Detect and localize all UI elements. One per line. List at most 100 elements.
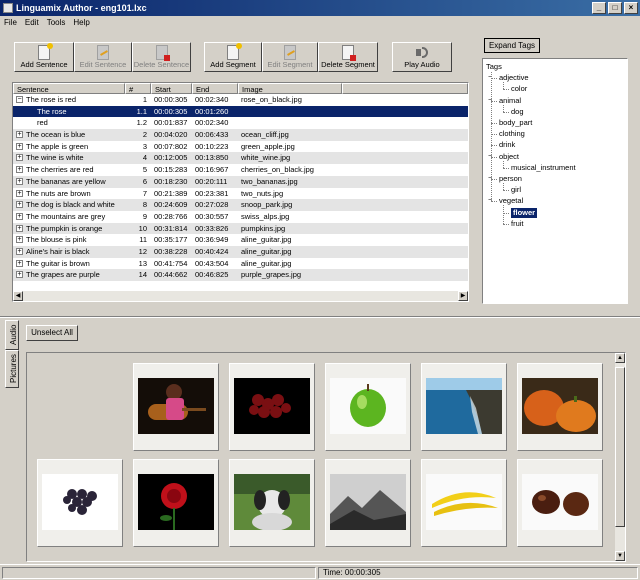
sentence-table[interactable]: Sentence # Start End Image − The rose is … xyxy=(12,82,469,302)
thumbnail[interactable] xyxy=(37,459,123,547)
thumbnail[interactable] xyxy=(133,459,219,547)
tree-node-musical-instrument[interactable]: musical_instrument xyxy=(511,163,576,173)
expand-icon[interactable]: + xyxy=(16,247,23,255)
table-row[interactable]: red 1.2 00:01:837 00:02:340 xyxy=(13,117,468,129)
thumbnail[interactable] xyxy=(229,459,315,547)
thumbnail[interactable] xyxy=(325,363,411,451)
column-header-number[interactable]: # xyxy=(125,83,151,94)
thumbnail[interactable] xyxy=(421,459,507,547)
delete-segment-icon xyxy=(342,45,356,61)
tree-node-drink[interactable]: drink xyxy=(499,140,515,150)
thumbnail[interactable] xyxy=(421,363,507,451)
thumbnail[interactable] xyxy=(229,363,315,451)
expand-icon[interactable]: + xyxy=(16,177,23,185)
minimize-button[interactable]: _ xyxy=(592,2,606,14)
tree-node-object[interactable]: object xyxy=(499,152,519,162)
edit-sentence-button[interactable]: Edit Sentence xyxy=(74,42,132,72)
menu-file[interactable]: File xyxy=(0,16,21,30)
title-bar[interactable]: Linguamix Author - eng101.lxc _ □ × xyxy=(0,0,640,16)
tree-node-clothing[interactable]: clothing xyxy=(499,129,525,139)
close-button[interactable]: × xyxy=(624,2,638,14)
table-row[interactable]: + The dog is black and white 8 00:24:609 00:… xyxy=(13,199,468,211)
add-segment-button[interactable]: Add Segment xyxy=(204,42,262,72)
scroll-left-button[interactable]: ◀ xyxy=(13,291,23,301)
tree-node-body-part[interactable]: body_part xyxy=(499,118,532,128)
pictures-gallery[interactable]: ▲ ▼ xyxy=(26,352,626,562)
tree-connector xyxy=(503,160,504,168)
splitter[interactable] xyxy=(0,316,640,318)
table-row[interactable]: + Aline's hair is black 12 00:38:228 00:40:4… xyxy=(13,245,468,258)
tree-node-dog[interactable]: dog xyxy=(511,107,524,117)
thumbnail[interactable] xyxy=(517,363,603,451)
maximize-button[interactable]: □ xyxy=(608,2,622,14)
add-sentence-button[interactable]: Add Sentence xyxy=(14,42,74,72)
cell-sentence: + The grapes are purple xyxy=(13,269,125,281)
scroll-right-button[interactable]: ▶ xyxy=(458,291,468,301)
delete-segment-button[interactable]: Delete Segment xyxy=(318,42,378,72)
scroll-down-button[interactable]: ▼ xyxy=(615,551,625,561)
expand-icon[interactable]: + xyxy=(16,271,23,279)
table-row[interactable]: + The ocean is blue 2 00:04:020 00:06:433 oce… xyxy=(13,129,468,141)
thumbnail[interactable] xyxy=(517,459,603,547)
cell-num: 13 xyxy=(138,258,147,268)
scroll-thumb[interactable] xyxy=(615,367,625,527)
expand-icon[interactable]: + xyxy=(16,236,23,244)
menu-tools[interactable]: Tools xyxy=(43,16,70,30)
tree-node-girl[interactable]: girl xyxy=(511,185,521,195)
edit-sentence-icon xyxy=(97,45,109,60)
menu-edit[interactable]: Edit xyxy=(21,16,43,30)
expand-icon[interactable]: + xyxy=(16,224,23,232)
tab-audio[interactable]: Audio xyxy=(5,320,19,350)
table-row[interactable]: The rose 1.1 00:00:305 00:01:260 xyxy=(13,105,468,118)
tab-pictures[interactable]: Pictures xyxy=(5,350,19,388)
expand-icon[interactable]: + xyxy=(16,154,23,162)
sentence-text: The mountains are grey xyxy=(26,211,106,221)
scroll-up-button[interactable]: ▲ xyxy=(615,353,625,363)
thumbnail[interactable] xyxy=(133,363,219,451)
cell-image: swiss_alps.jpg xyxy=(241,211,290,221)
tree-node-color[interactable]: color xyxy=(511,84,527,94)
horizontal-scrollbar[interactable]: ◀ ▶ xyxy=(13,291,468,301)
table-row[interactable]: + The wine is white 4 00:12:005 00:13:850 whi… xyxy=(13,152,468,165)
tree-node-fruit[interactable]: fruit xyxy=(511,219,524,229)
table-row[interactable]: + The nuts are brown 7 00:21:389 00:23:381 tw… xyxy=(13,188,468,200)
table-row[interactable]: + The bananas are yellow 6 00:18:230 00:20:1… xyxy=(13,175,468,188)
expand-icon[interactable]: + xyxy=(16,201,23,209)
table-row[interactable]: + The apple is green 3 00:07:802 00:10:223 gr… xyxy=(13,141,468,153)
cell-sentence: + The pumpkin is orange xyxy=(13,223,125,235)
expand-icon[interactable]: + xyxy=(16,142,23,150)
column-header-end[interactable]: End xyxy=(192,83,238,94)
cell-end: 00:16:967 xyxy=(195,165,229,175)
tree-node-flower[interactable]: flower xyxy=(511,207,538,218)
tree-root-tags[interactable]: Tags xyxy=(486,62,502,72)
edit-segment-button[interactable]: Edit Segment xyxy=(262,42,318,72)
cell-end: 00:43:504 xyxy=(195,258,229,268)
table-row[interactable]: + The guitar is brown 13 00:41:754 00:43:504… xyxy=(13,258,468,270)
thumbnail[interactable] xyxy=(325,459,411,547)
column-header-image[interactable]: Image xyxy=(238,83,342,94)
table-row[interactable]: + The grapes are purple 14 00:44:662 00:46:8… xyxy=(13,269,468,281)
expand-icon[interactable]: + xyxy=(16,131,23,139)
expand-icon[interactable]: + xyxy=(16,189,23,197)
menu-help[interactable]: Help xyxy=(69,16,93,30)
cell-end: 00:20:111 xyxy=(195,176,228,186)
column-header-start[interactable]: Start xyxy=(151,83,192,94)
table-row[interactable]: + The pumpkin is orange 10 00:31:814 00:33:8… xyxy=(13,222,468,235)
play-audio-button[interactable]: Play Audio xyxy=(392,42,452,72)
expand-tags-button[interactable]: Expand Tags xyxy=(484,38,540,53)
expand-icon[interactable]: + xyxy=(16,259,23,267)
expand-icon[interactable]: + xyxy=(16,212,23,220)
table-row[interactable]: + The mountains are grey 9 00:28:766 00:30:5… xyxy=(13,211,468,223)
expand-icon[interactable]: + xyxy=(16,166,23,174)
tags-tree[interactable]: Tags adjective − color animal − dog body_part c… xyxy=(482,58,628,304)
table-row[interactable]: + The blouse is pink 11 00:35:177 00:36:949 a… xyxy=(13,234,468,246)
table-row[interactable]: − The rose is red 1 00:00:305 00:02:340 rose_… xyxy=(13,94,468,106)
table-row[interactable]: + The cherries are red 5 00:15:283 00:16:967… xyxy=(13,164,468,176)
gallery-vertical-scrollbar[interactable]: ▲ ▼ xyxy=(615,353,625,561)
delete-sentence-button[interactable]: Delete Sentence xyxy=(132,42,191,72)
cell-num: 7 xyxy=(142,188,147,198)
tree-connector xyxy=(503,89,509,91)
column-header-sentence[interactable]: Sentence xyxy=(13,83,125,94)
unselect-all-button[interactable]: Unselect All xyxy=(26,325,78,341)
collapse-icon[interactable]: − xyxy=(16,96,23,103)
